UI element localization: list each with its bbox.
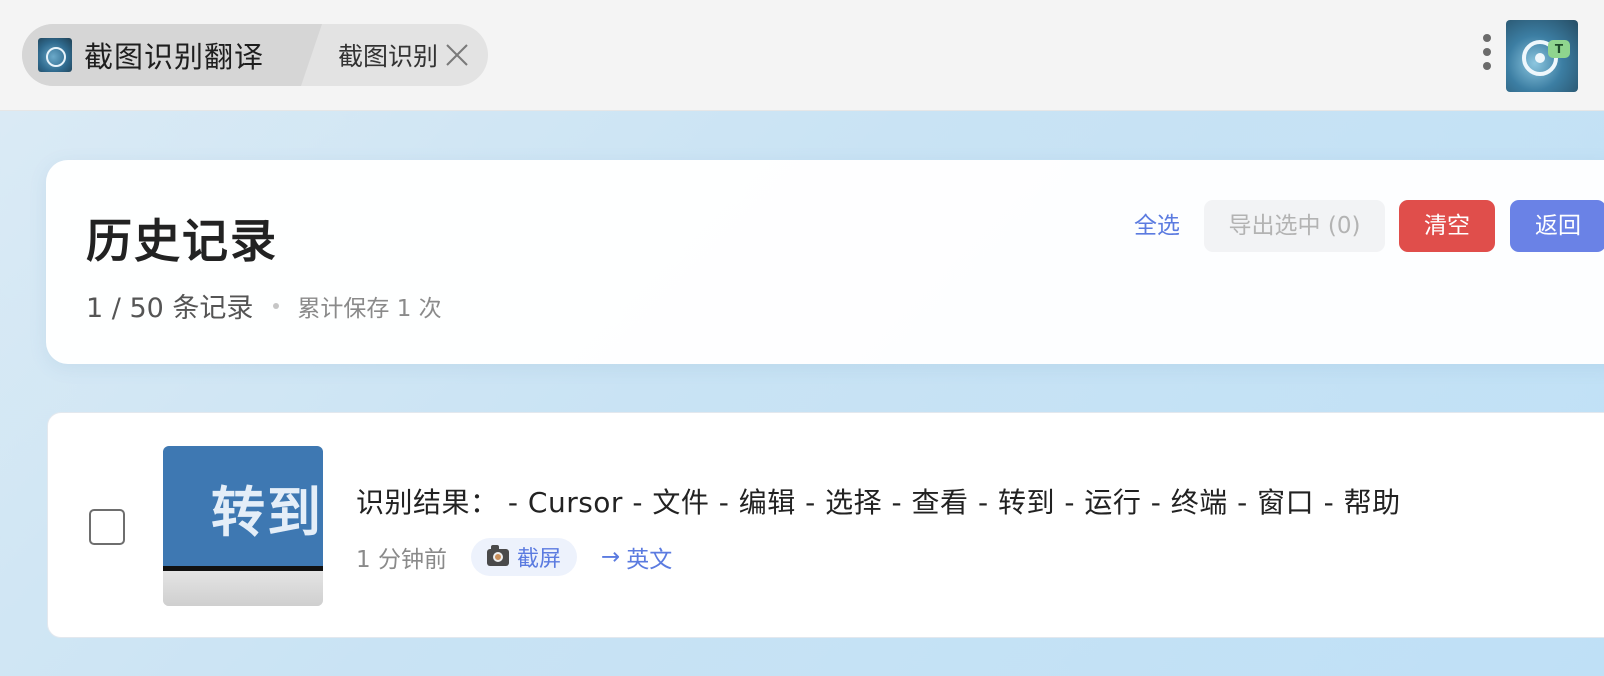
record-checkbox[interactable] <box>89 509 125 545</box>
arrow-right-icon: → <box>600 544 621 570</box>
clear-button[interactable]: 清空 <box>1399 200 1495 252</box>
tab-screenshot-ocr[interactable]: 截图识别 <box>316 24 488 86</box>
history-header-card: 历史记录 1 / 50 条记录 累计保存 1 次 全选 导出选中 (0) 清空 … <box>46 160 1604 364</box>
saved-count: 累计保存 1 次 <box>297 295 442 322</box>
select-all-button[interactable]: 全选 <box>1116 202 1198 250</box>
record-meta: 1 分钟前 截屏 → 英文 <box>356 538 672 576</box>
more-vertical-icon[interactable] <box>1480 34 1494 76</box>
close-icon[interactable] <box>444 42 470 68</box>
separator-dot <box>273 302 280 309</box>
logo-badge: T <box>1548 40 1570 58</box>
record-count: 1 / 50 条记录 <box>86 293 254 324</box>
export-selected-button[interactable]: 导出选中 (0) <box>1204 200 1385 252</box>
source-label: 截屏 <box>516 547 561 572</box>
target-language-link[interactable]: → 英文 <box>601 540 672 574</box>
target-language-label: 英文 <box>626 547 673 573</box>
page-title: 历史记录 <box>86 214 278 268</box>
back-button[interactable]: 返回 <box>1510 200 1604 252</box>
record-thumbnail[interactable]: 转到 <box>163 446 323 606</box>
title-bar: 截图识别翻译 截图识别 T <box>0 0 1604 111</box>
record-time: 1 分钟前 <box>356 547 447 573</box>
thumbnail-text: 转到 <box>211 481 323 544</box>
source-badge: 截屏 <box>470 538 577 576</box>
tab-label: 截图识别翻译 <box>84 40 265 74</box>
tab-label: 截图识别 <box>338 42 439 71</box>
tab-strip: 截图识别翻译 截图识别 <box>22 24 488 86</box>
camera-icon <box>486 544 509 566</box>
app-logo-icon <box>38 38 72 72</box>
stats-line: 1 / 50 条记录 累计保存 1 次 <box>86 286 442 325</box>
app-logo-icon[interactable]: T <box>1506 20 1578 92</box>
recognition-result: 识别结果： - Cursor - 文件 - 编辑 - 选择 - 查看 - 转到 … <box>356 486 1401 519</box>
history-record[interactable]: 转到 识别结果： - Cursor - 文件 - 编辑 - 选择 - 查看 - … <box>47 412 1604 638</box>
tab-screenshot-translate[interactable]: 截图识别翻译 <box>22 24 322 86</box>
